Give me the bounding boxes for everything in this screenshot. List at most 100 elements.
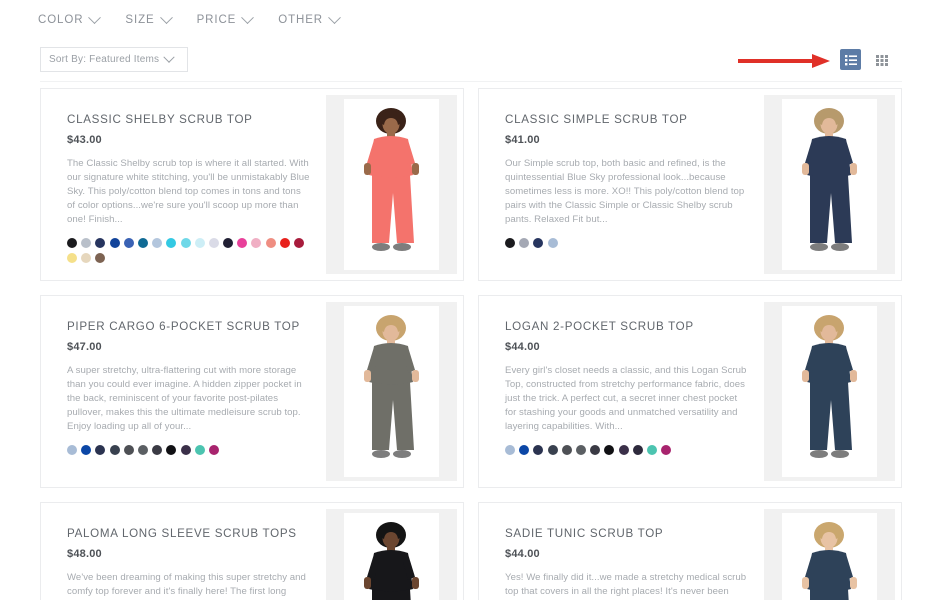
color-swatch[interactable] — [81, 238, 92, 249]
product-title[interactable]: PALOMA LONG SLEEVE SCRUB TOPS — [67, 527, 310, 540]
product-price: $48.00 — [67, 548, 102, 560]
color-swatch[interactable] — [81, 445, 92, 456]
product-title[interactable]: SADIE TUNIC SCRUB TOP — [505, 527, 748, 540]
product-card[interactable]: SADIE TUNIC SCRUB TOP $44.00 Yes! We final… — [478, 502, 902, 600]
product-card[interactable]: CLASSIC SIMPLE SCRUB TOP $41.00 Our Simple… — [478, 88, 902, 281]
color-swatch[interactable] — [590, 445, 601, 456]
product-title[interactable]: CLASSIC SIMPLE SCRUB TOP — [505, 113, 748, 126]
color-swatch[interactable] — [67, 252, 77, 263]
product-listing-page: COLOR SIZE PRICE OTHER Sort By: Featured… — [0, 0, 940, 600]
color-swatch[interactable] — [661, 445, 672, 456]
product-card[interactable]: PIPER CARGO 6-POCKET SCRUB TOP $47.00 A su… — [40, 295, 464, 488]
model-figure-icon — [764, 509, 895, 600]
product-description: Yes! We finally did it...we made a stret… — [505, 572, 747, 598]
color-swatch[interactable] — [137, 445, 148, 456]
color-swatch[interactable] — [279, 238, 290, 249]
product-card[interactable]: PALOMA LONG SLEEVE SCRUB TOPS $48.00 We've… — [40, 502, 464, 600]
product-title[interactable]: LOGAN 2-POCKET SCRUB TOP — [505, 320, 748, 333]
color-swatch[interactable] — [547, 238, 558, 249]
list-view-toggle[interactable] — [840, 49, 861, 70]
color-swatch[interactable] — [81, 252, 92, 263]
color-swatch[interactable] — [561, 445, 572, 456]
color-swatch[interactable] — [208, 238, 219, 249]
grid-view-toggle[interactable] — [871, 49, 892, 70]
color-swatch[interactable] — [604, 445, 615, 456]
color-swatch[interactable] — [533, 238, 544, 249]
sort-by-select[interactable]: Sort By: Featured Items — [40, 47, 188, 72]
product-title[interactable]: PIPER CARGO 6-POCKET SCRUB TOP — [67, 320, 310, 333]
filter-other[interactable]: OTHER — [278, 10, 341, 26]
color-swatch[interactable] — [123, 238, 134, 249]
product-description: Every girl's closet needs a classic, and… — [505, 365, 747, 433]
color-swatch[interactable] — [194, 445, 205, 456]
color-swatch[interactable] — [575, 445, 586, 456]
product-image[interactable] — [326, 95, 457, 274]
product-price: $44.00 — [505, 341, 540, 353]
color-swatch[interactable] — [251, 238, 262, 249]
color-swatch[interactable] — [180, 445, 191, 456]
model-figure-icon — [326, 302, 457, 481]
color-swatch[interactable] — [67, 238, 77, 249]
chevron-down-icon — [328, 10, 341, 24]
color-swatch[interactable] — [547, 445, 558, 456]
product-image[interactable] — [326, 302, 457, 481]
chevron-down-icon — [159, 10, 173, 24]
chevron-down-icon — [163, 51, 175, 63]
color-swatch[interactable] — [95, 252, 106, 263]
product-image[interactable] — [764, 95, 895, 274]
color-swatch[interactable] — [67, 445, 77, 456]
filter-size-label: SIZE — [125, 14, 155, 26]
product-info: LOGAN 2-POCKET SCRUB TOP $44.00 Every girl… — [479, 296, 764, 487]
product-info: SADIE TUNIC SCRUB TOP $44.00 Yes! We final… — [479, 503, 764, 600]
filter-size[interactable]: SIZE — [125, 10, 173, 26]
color-swatch[interactable] — [505, 238, 515, 249]
color-swatch[interactable] — [152, 445, 163, 456]
product-price: $43.00 — [67, 134, 102, 146]
color-swatch[interactable] — [95, 238, 106, 249]
chevron-down-icon — [241, 10, 255, 24]
model-figure-icon — [764, 95, 895, 274]
color-swatch[interactable] — [223, 238, 234, 249]
color-swatch[interactable] — [109, 445, 120, 456]
color-swatch[interactable] — [208, 445, 219, 456]
color-swatch[interactable] — [137, 238, 148, 249]
color-swatch[interactable] — [533, 445, 544, 456]
filter-price-label: PRICE — [196, 14, 237, 26]
product-info: PALOMA LONG SLEEVE SCRUB TOPS $48.00 We've… — [41, 503, 326, 600]
color-swatch[interactable] — [152, 238, 163, 249]
color-swatch[interactable] — [180, 238, 191, 249]
product-image[interactable] — [764, 509, 895, 600]
color-swatch[interactable] — [237, 238, 248, 249]
product-info: CLASSIC SIMPLE SCRUB TOP $41.00 Our Simple… — [479, 89, 764, 280]
product-description: We've been dreaming of making this super… — [67, 572, 306, 598]
color-swatch[interactable] — [632, 445, 643, 456]
chevron-down-icon — [88, 10, 102, 24]
color-swatch[interactable] — [109, 238, 120, 249]
product-info: PIPER CARGO 6-POCKET SCRUB TOP $47.00 A su… — [41, 296, 326, 487]
color-swatch[interactable] — [294, 238, 304, 249]
color-swatch[interactable] — [123, 445, 134, 456]
product-title[interactable]: CLASSIC SHELBY SCRUB TOP — [67, 113, 310, 126]
filter-color-label: COLOR — [38, 14, 84, 26]
color-swatch[interactable] — [519, 238, 530, 249]
color-swatch[interactable] — [505, 445, 515, 456]
sort-by-label: Sort By: Featured Items — [49, 54, 160, 65]
color-swatch[interactable] — [166, 445, 177, 456]
view-toggle-group — [840, 49, 892, 70]
filter-bar: COLOR SIZE PRICE OTHER — [38, 10, 341, 26]
filter-color[interactable]: COLOR — [38, 10, 102, 26]
color-swatch[interactable] — [95, 445, 106, 456]
model-figure-icon — [326, 509, 457, 600]
color-swatch[interactable] — [618, 445, 629, 456]
color-swatch[interactable] — [194, 238, 205, 249]
product-image[interactable] — [326, 509, 457, 600]
product-image[interactable] — [764, 302, 895, 481]
filter-price[interactable]: PRICE — [196, 10, 255, 26]
color-swatch[interactable] — [166, 238, 177, 249]
product-price: $47.00 — [67, 341, 102, 353]
color-swatch[interactable] — [265, 238, 276, 249]
product-card[interactable]: LOGAN 2-POCKET SCRUB TOP $44.00 Every girl… — [478, 295, 902, 488]
color-swatch[interactable] — [519, 445, 530, 456]
color-swatch[interactable] — [646, 445, 657, 456]
product-card[interactable]: CLASSIC SHELBY SCRUB TOP $43.00 The Classi… — [40, 88, 464, 281]
